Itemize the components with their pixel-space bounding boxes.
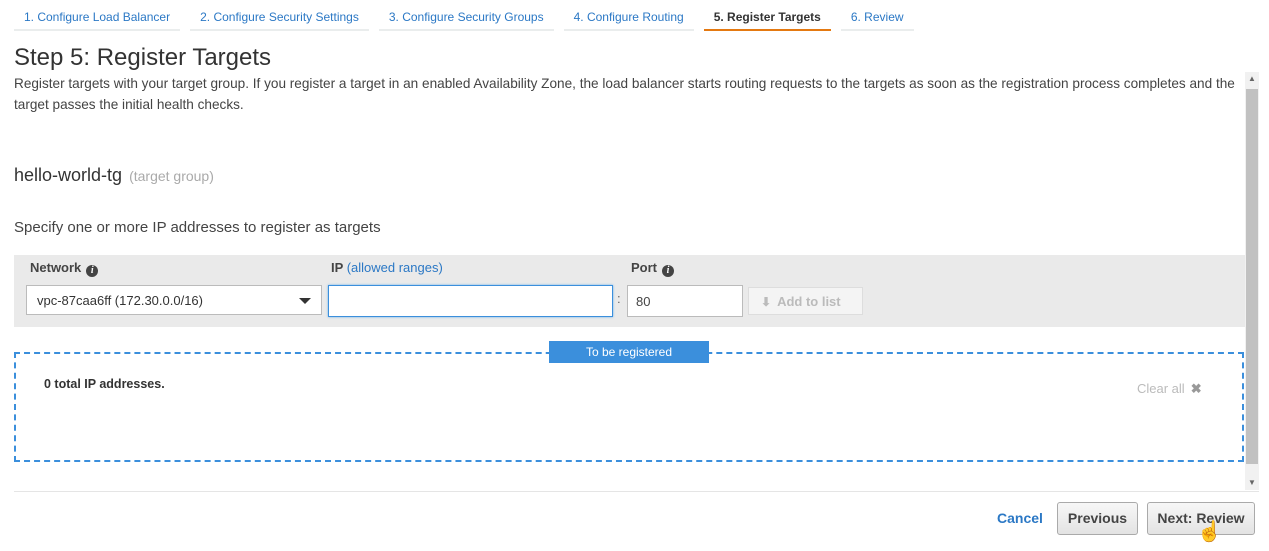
hand-cursor-icon: ☝ [1197, 521, 1222, 543]
footer-divider [14, 491, 1259, 492]
port-separator: : [617, 291, 621, 306]
network-label: Network i [30, 260, 99, 277]
total-ip-count: 0 total IP addresses. [44, 377, 165, 391]
chevron-down-icon [299, 298, 311, 304]
network-info-icon[interactable]: i [86, 265, 99, 277]
wizard-tabs: 1. Configure Load Balancer 2. Configure … [14, 0, 924, 33]
cancel-button[interactable]: Cancel [997, 510, 1043, 526]
target-group-name: hello-world-tg [14, 165, 123, 185]
tab-configure-load-balancer[interactable]: 1. Configure Load Balancer [14, 0, 181, 31]
clear-all-button[interactable]: Clear all ✖ [1137, 381, 1202, 397]
close-icon: ✖ [1190, 381, 1202, 396]
add-to-list-button[interactable]: ⬇ Add to list [748, 287, 863, 315]
to-be-registered-box [14, 352, 1244, 462]
allowed-ranges-link[interactable]: (allowed ranges) [347, 260, 443, 275]
previous-button[interactable]: Previous [1057, 502, 1138, 535]
port-input[interactable]: 80 [627, 285, 743, 317]
tab-review[interactable]: 6. Review [840, 0, 914, 31]
scroll-down-icon[interactable]: ▼ [1245, 476, 1259, 490]
scrollbar[interactable]: ▲ ▼ [1245, 72, 1259, 490]
port-label: Port i [631, 260, 674, 277]
tab-configure-security-groups[interactable]: 3. Configure Security Groups [378, 0, 554, 31]
tab-configure-routing[interactable]: 4. Configure Routing [563, 0, 694, 31]
register-form-panel: Network i IP (allowed ranges) Port i vpc-8… [14, 255, 1245, 327]
to-be-registered-label: To be registered [549, 341, 709, 363]
register-instruction: Specify one or more IP addresses to regi… [14, 219, 381, 236]
ip-label: IP (allowed ranges) [331, 260, 443, 275]
scrollbar-thumb[interactable] [1246, 89, 1258, 464]
target-group-suffix: (target group) [129, 168, 214, 184]
add-arrow-icon: ⬇ [761, 295, 772, 309]
page-title: Step 5: Register Targets [14, 44, 272, 71]
page-description: Register targets with your target group.… [14, 76, 1235, 112]
tab-configure-security-settings[interactable]: 2. Configure Security Settings [190, 0, 369, 31]
port-info-icon[interactable]: i [662, 265, 674, 277]
network-select-value: vpc-87caa6ff (172.30.0.0/16) [37, 293, 203, 308]
scroll-up-icon[interactable]: ▲ [1245, 72, 1259, 86]
network-select[interactable]: vpc-87caa6ff (172.30.0.0/16) [26, 285, 322, 315]
ip-input[interactable] [328, 285, 613, 317]
target-group-heading: hello-world-tg (target group) [14, 165, 214, 186]
tab-register-targets[interactable]: 5. Register Targets [703, 0, 831, 31]
